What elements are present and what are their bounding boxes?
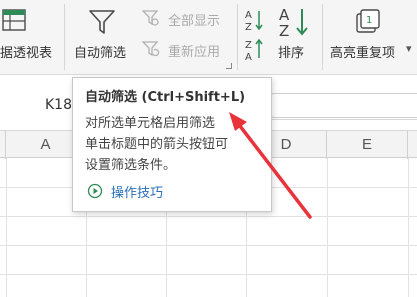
annotation-arrow bbox=[229, 112, 312, 219]
